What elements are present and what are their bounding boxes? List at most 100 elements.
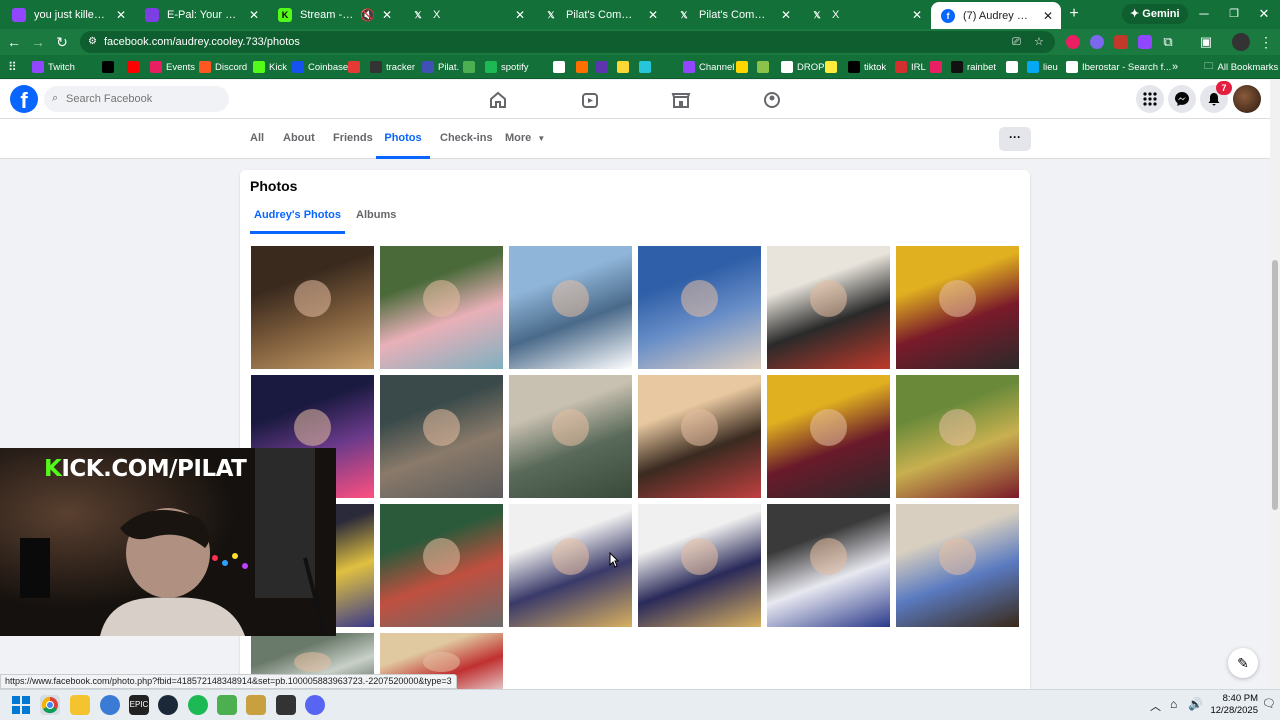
tab-all[interactable]: All [250,119,264,159]
close-window-button[interactable]: ✕ [1250,4,1278,24]
bookmark-item[interactable]: Discord [199,59,247,75]
close-tab-icon[interactable]: ✕ [1041,9,1055,23]
bookmark-item[interactable] [1006,59,1022,75]
page-scrollbar[interactable] [1270,80,1280,690]
bookmark-item[interactable] [736,59,752,75]
scrollbar-thumb[interactable] [1272,260,1278,510]
photo-michigan-seal-2[interactable] [767,375,890,498]
tab-audreys-photos[interactable]: Audrey's Photos [250,198,345,234]
apps-grid-icon[interactable]: ⠿ [8,59,17,75]
back-icon[interactable]: ← [4,32,24,52]
close-tab-icon[interactable]: ✕ [910,8,924,22]
photo-woman-sign[interactable] [767,246,890,369]
close-tab-icon[interactable]: ✕ [247,8,261,22]
photo-selfie-two[interactable] [638,375,761,498]
install-app-icon[interactable]: ⎚ [1012,31,1021,53]
groups-nav-icon[interactable] [758,86,786,114]
spotify-icon[interactable] [188,695,208,715]
restore-button[interactable]: ❐ [1220,4,1248,24]
browser-tab-3[interactable]: K Stream - Kick Dashb 🔇 ✕ [268,3,400,27]
photo-forest-couple[interactable] [896,375,1019,498]
browser-tab-5[interactable]: 𝕏 Pilat's Community Com ✕ [534,3,666,27]
extension-icon[interactable] [1138,35,1152,49]
site-info-icon[interactable]: ⚙ [88,31,97,53]
photo-michigan-seal-1[interactable] [896,246,1019,369]
bookmark-item[interactable] [825,59,841,75]
new-tab-button[interactable]: + [1060,4,1088,24]
bookmark-item[interactable] [639,59,655,75]
gemini-button[interactable]: ✦ Gemini [1122,4,1188,24]
bookmark-item[interactable] [463,59,479,75]
tab-more[interactable]: More ▼ [505,119,545,159]
bookmark-item[interactable] [576,59,592,75]
reload-icon[interactable]: ↻ [52,32,72,52]
forward-icon[interactable]: → [28,32,48,52]
bookmark-item[interactable] [553,59,569,75]
bookmark-item[interactable]: rainbet [951,59,996,75]
messenger-icon[interactable] [1168,85,1196,113]
close-tab-icon[interactable]: ✕ [114,8,128,22]
tab-about[interactable]: About [283,119,315,159]
system-clock[interactable]: 8:40 PM 12/28/2025 [1208,693,1258,717]
bookmark-item[interactable]: Channel [683,59,734,75]
bookmark-item[interactable]: Kick [253,59,287,75]
bookmark-item[interactable] [617,59,633,75]
side-panel-icon[interactable]: ▣ [1196,32,1216,52]
mute-tab-icon[interactable]: 🔇 [360,8,375,22]
bookmark-item[interactable]: spotify [485,59,528,75]
facebook-logo[interactable]: f [10,85,38,113]
tab-check-ins[interactable]: Check-ins [440,119,493,159]
tab-friends[interactable]: Friends [333,119,373,159]
address-bar[interactable]: ⚙ facebook.com/audrey.cooley.733/photos … [80,31,1055,53]
bookmark-item[interactable] [127,59,143,75]
bookmark-item[interactable]: Coinbase [292,59,348,75]
bookmark-item[interactable]: IRL [895,59,926,75]
bookmark-item[interactable]: Pilat. [422,59,459,75]
extension-icon[interactable] [1090,35,1104,49]
epic-games-icon[interactable]: EPIC [129,695,149,715]
bookmark-item[interactable] [596,59,612,75]
more-bookmarks-icon[interactable]: » [1172,59,1178,75]
menu-grid-icon[interactable] [1136,85,1164,113]
show-hidden-icons[interactable]: ︿ [1150,698,1161,714]
bookmark-item[interactable]: DROP [781,59,824,75]
obs-icon[interactable] [276,695,296,715]
bookmark-item[interactable] [757,59,773,75]
photo-stadium[interactable] [380,504,503,627]
bookmark-item[interactable]: Events [150,59,195,75]
app-icon[interactable] [100,695,120,715]
video-nav-icon[interactable] [576,86,604,114]
bookmark-star-icon[interactable]: ☆ [1034,31,1044,53]
tab-albums[interactable]: Albums [356,198,396,234]
profile-avatar[interactable] [1232,33,1250,51]
minecraft-icon[interactable] [217,695,237,715]
photo-band-selfie-2[interactable] [638,504,761,627]
close-tab-icon[interactable]: ✕ [779,8,793,22]
account-avatar[interactable] [1233,85,1261,113]
bookmark-item[interactable]: Iberostar - Search f... [1066,59,1171,75]
bookmark-item[interactable] [930,59,946,75]
photo-woman-elder[interactable] [638,246,761,369]
photo-mountain-view[interactable] [509,375,632,498]
extension-icon[interactable] [1066,35,1080,49]
close-tab-icon[interactable]: ✕ [646,8,660,22]
close-tab-icon[interactable]: ✕ [513,8,527,22]
search-input[interactable] [44,86,229,112]
photo-cat-sleeping[interactable] [380,375,503,498]
network-icon[interactable]: ⌂ [1170,697,1177,711]
menu-dots-icon[interactable]: ⋮ [1256,32,1276,52]
bookmark-item[interactable]: Twitch [32,59,75,75]
bookmark-item[interactable]: tiktok [848,59,886,75]
file-explorer-icon[interactable] [70,695,90,715]
bookmark-item[interactable] [102,59,118,75]
notification-center-icon[interactable]: 🗨 [1262,697,1276,710]
steam-icon[interactable] [158,695,178,715]
browser-tab-4[interactable]: 𝕏 X ✕ [401,3,533,27]
photo-selfie-hallway[interactable] [896,504,1019,627]
photo-band-formal[interactable] [767,504,890,627]
bookmark-item[interactable]: lieu [1027,59,1058,75]
app-icon[interactable] [246,695,266,715]
home-nav-icon[interactable] [484,86,512,114]
tab-photos[interactable]: Photos [376,119,430,159]
adblock-icon[interactable] [1114,35,1128,49]
